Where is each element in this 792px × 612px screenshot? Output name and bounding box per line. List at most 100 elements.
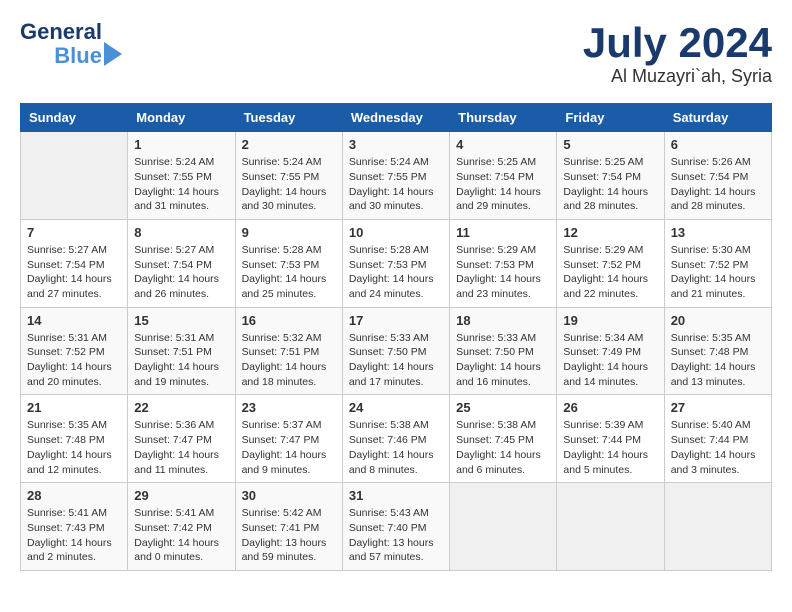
calendar-cell: 31 Sunrise: 5:43 AMSunset: 7:40 PMDayligh… [342, 483, 449, 571]
calendar-cell: 18Sunrise: 5:33 AMSunset: 7:50 PMDayligh… [450, 307, 557, 395]
calendar-cell: 11Sunrise: 5:29 AMSunset: 7:53 PMDayligh… [450, 219, 557, 307]
calendar-cell: 23 Sunrise: 5:37 AMSunset: 7:47 PMDayligh… [235, 395, 342, 483]
day-info: Sunrise: 5:28 AMSunset: 7:53 PMDaylight:… [349, 243, 443, 302]
day-info: Sunrise: 5:37 AMSunset: 7:47 PMDaylight:… [242, 418, 336, 477]
day-number: 30 [242, 488, 336, 503]
calendar-week-row: 1 Sunrise: 5:24 AMSunset: 7:55 PMDaylight… [21, 132, 772, 220]
calendar-cell: 30 Sunrise: 5:42 AMSunset: 7:41 PMDayligh… [235, 483, 342, 571]
day-info: Sunrise: 5:35 AMSunset: 7:48 PMDaylight:… [27, 418, 121, 477]
calendar-cell: 10 Sunrise: 5:28 AMSunset: 7:53 PMDayligh… [342, 219, 449, 307]
calendar-cell: 26 Sunrise: 5:39 AMSunset: 7:44 PMDayligh… [557, 395, 664, 483]
day-number: 17 [349, 313, 443, 328]
day-info: Sunrise: 5:24 AMSunset: 7:55 PMDaylight:… [349, 155, 443, 214]
day-info: Sunrise: 5:41 AMSunset: 7:43 PMDaylight:… [27, 506, 121, 565]
calendar-cell [21, 132, 128, 220]
day-number: 25 [456, 400, 550, 415]
day-number: 4 [456, 137, 550, 152]
day-info: Sunrise: 5:31 AMSunset: 7:51 PMDaylight:… [134, 331, 228, 390]
day-info: Sunrise: 5:42 AMSunset: 7:41 PMDaylight:… [242, 506, 336, 565]
day-info: Sunrise: 5:34 AMSunset: 7:49 PMDaylight:… [563, 331, 657, 390]
day-number: 20 [671, 313, 765, 328]
calendar-cell: 13Sunrise: 5:30 AMSunset: 7:52 PMDayligh… [664, 219, 771, 307]
day-info: Sunrise: 5:33 AMSunset: 7:50 PMDaylight:… [349, 331, 443, 390]
calendar-cell: 25Sunrise: 5:38 AMSunset: 7:45 PMDayligh… [450, 395, 557, 483]
day-info: Sunrise: 5:27 AMSunset: 7:54 PMDaylight:… [134, 243, 228, 302]
day-info: Sunrise: 5:30 AMSunset: 7:52 PMDaylight:… [671, 243, 765, 302]
day-info: Sunrise: 5:38 AMSunset: 7:46 PMDaylight:… [349, 418, 443, 477]
calendar-cell: 29 Sunrise: 5:41 AMSunset: 7:42 PMDayligh… [128, 483, 235, 571]
calendar-cell: 9 Sunrise: 5:28 AMSunset: 7:53 PMDaylight… [235, 219, 342, 307]
day-info: Sunrise: 5:28 AMSunset: 7:53 PMDaylight:… [242, 243, 336, 302]
day-number: 5 [563, 137, 657, 152]
day-info: Sunrise: 5:39 AMSunset: 7:44 PMDaylight:… [563, 418, 657, 477]
logo: General Blue [20, 20, 122, 68]
calendar-cell: 8 Sunrise: 5:27 AMSunset: 7:54 PMDaylight… [128, 219, 235, 307]
calendar-cell: 3 Sunrise: 5:24 AMSunset: 7:55 PMDaylight… [342, 132, 449, 220]
day-info: Sunrise: 5:33 AMSunset: 7:50 PMDaylight:… [456, 331, 550, 390]
day-number: 6 [671, 137, 765, 152]
calendar-cell [450, 483, 557, 571]
month-year-title: July 2024 [583, 20, 772, 66]
day-info: Sunrise: 5:26 AMSunset: 7:54 PMDaylight:… [671, 155, 765, 214]
calendar-cell: 24 Sunrise: 5:38 AMSunset: 7:46 PMDayligh… [342, 395, 449, 483]
calendar-cell: 2Sunrise: 5:24 AMSunset: 7:55 PMDaylight… [235, 132, 342, 220]
calendar-header-row: SundayMondayTuesdayWednesdayThursdayFrid… [21, 104, 772, 132]
day-info: Sunrise: 5:29 AMSunset: 7:53 PMDaylight:… [456, 243, 550, 302]
day-number: 28 [27, 488, 121, 503]
day-info: Sunrise: 5:27 AMSunset: 7:54 PMDaylight:… [27, 243, 121, 302]
calendar-cell: 28 Sunrise: 5:41 AMSunset: 7:43 PMDayligh… [21, 483, 128, 571]
page-header: General Blue July 2024 Al Muzayri`ah, Sy… [20, 20, 772, 87]
day-number: 15 [134, 313, 228, 328]
calendar-week-row: 21Sunrise: 5:35 AMSunset: 7:48 PMDayligh… [21, 395, 772, 483]
calendar-cell: 15 Sunrise: 5:31 AMSunset: 7:51 PMDayligh… [128, 307, 235, 395]
day-info: Sunrise: 5:24 AMSunset: 7:55 PMDaylight:… [134, 155, 228, 214]
location-subtitle: Al Muzayri`ah, Syria [583, 66, 772, 87]
day-info: Sunrise: 5:31 AMSunset: 7:52 PMDaylight:… [27, 331, 121, 390]
day-number: 26 [563, 400, 657, 415]
day-number: 24 [349, 400, 443, 415]
calendar-table: SundayMondayTuesdayWednesdayThursdayFrid… [20, 103, 772, 571]
day-number: 31 [349, 488, 443, 503]
day-number: 16 [242, 313, 336, 328]
day-number: 22 [134, 400, 228, 415]
day-number: 10 [349, 225, 443, 240]
day-number: 3 [349, 137, 443, 152]
day-number: 29 [134, 488, 228, 503]
col-header-monday: Monday [128, 104, 235, 132]
logo-blue: Blue [54, 44, 102, 68]
logo-arrow-icon [104, 42, 122, 66]
col-header-thursday: Thursday [450, 104, 557, 132]
calendar-cell: 19Sunrise: 5:34 AMSunset: 7:49 PMDayligh… [557, 307, 664, 395]
day-info: Sunrise: 5:35 AMSunset: 7:48 PMDaylight:… [671, 331, 765, 390]
day-number: 8 [134, 225, 228, 240]
day-info: Sunrise: 5:43 AMSunset: 7:40 PMDaylight:… [349, 506, 443, 565]
day-number: 23 [242, 400, 336, 415]
calendar-week-row: 28 Sunrise: 5:41 AMSunset: 7:43 PMDayligh… [21, 483, 772, 571]
day-info: Sunrise: 5:36 AMSunset: 7:47 PMDaylight:… [134, 418, 228, 477]
day-info: Sunrise: 5:25 AMSunset: 7:54 PMDaylight:… [563, 155, 657, 214]
calendar-week-row: 7Sunrise: 5:27 AMSunset: 7:54 PMDaylight… [21, 219, 772, 307]
calendar-week-row: 14Sunrise: 5:31 AMSunset: 7:52 PMDayligh… [21, 307, 772, 395]
calendar-cell [664, 483, 771, 571]
day-info: Sunrise: 5:40 AMSunset: 7:44 PMDaylight:… [671, 418, 765, 477]
day-info: Sunrise: 5:32 AMSunset: 7:51 PMDaylight:… [242, 331, 336, 390]
day-number: 27 [671, 400, 765, 415]
calendar-cell: 16 Sunrise: 5:32 AMSunset: 7:51 PMDayligh… [235, 307, 342, 395]
col-header-friday: Friday [557, 104, 664, 132]
calendar-cell: 21Sunrise: 5:35 AMSunset: 7:48 PMDayligh… [21, 395, 128, 483]
day-number: 12 [563, 225, 657, 240]
day-info: Sunrise: 5:25 AMSunset: 7:54 PMDaylight:… [456, 155, 550, 214]
day-info: Sunrise: 5:41 AMSunset: 7:42 PMDaylight:… [134, 506, 228, 565]
day-number: 9 [242, 225, 336, 240]
calendar-cell: 5 Sunrise: 5:25 AMSunset: 7:54 PMDaylight… [557, 132, 664, 220]
col-header-wednesday: Wednesday [342, 104, 449, 132]
logo-general: General [20, 20, 102, 44]
day-number: 1 [134, 137, 228, 152]
calendar-cell: 27 Sunrise: 5:40 AMSunset: 7:44 PMDayligh… [664, 395, 771, 483]
calendar-cell: 6 Sunrise: 5:26 AMSunset: 7:54 PMDaylight… [664, 132, 771, 220]
calendar-cell: 20 Sunrise: 5:35 AMSunset: 7:48 PMDayligh… [664, 307, 771, 395]
calendar-cell: 7Sunrise: 5:27 AMSunset: 7:54 PMDaylight… [21, 219, 128, 307]
col-header-sunday: Sunday [21, 104, 128, 132]
col-header-tuesday: Tuesday [235, 104, 342, 132]
calendar-cell: 22 Sunrise: 5:36 AMSunset: 7:47 PMDayligh… [128, 395, 235, 483]
